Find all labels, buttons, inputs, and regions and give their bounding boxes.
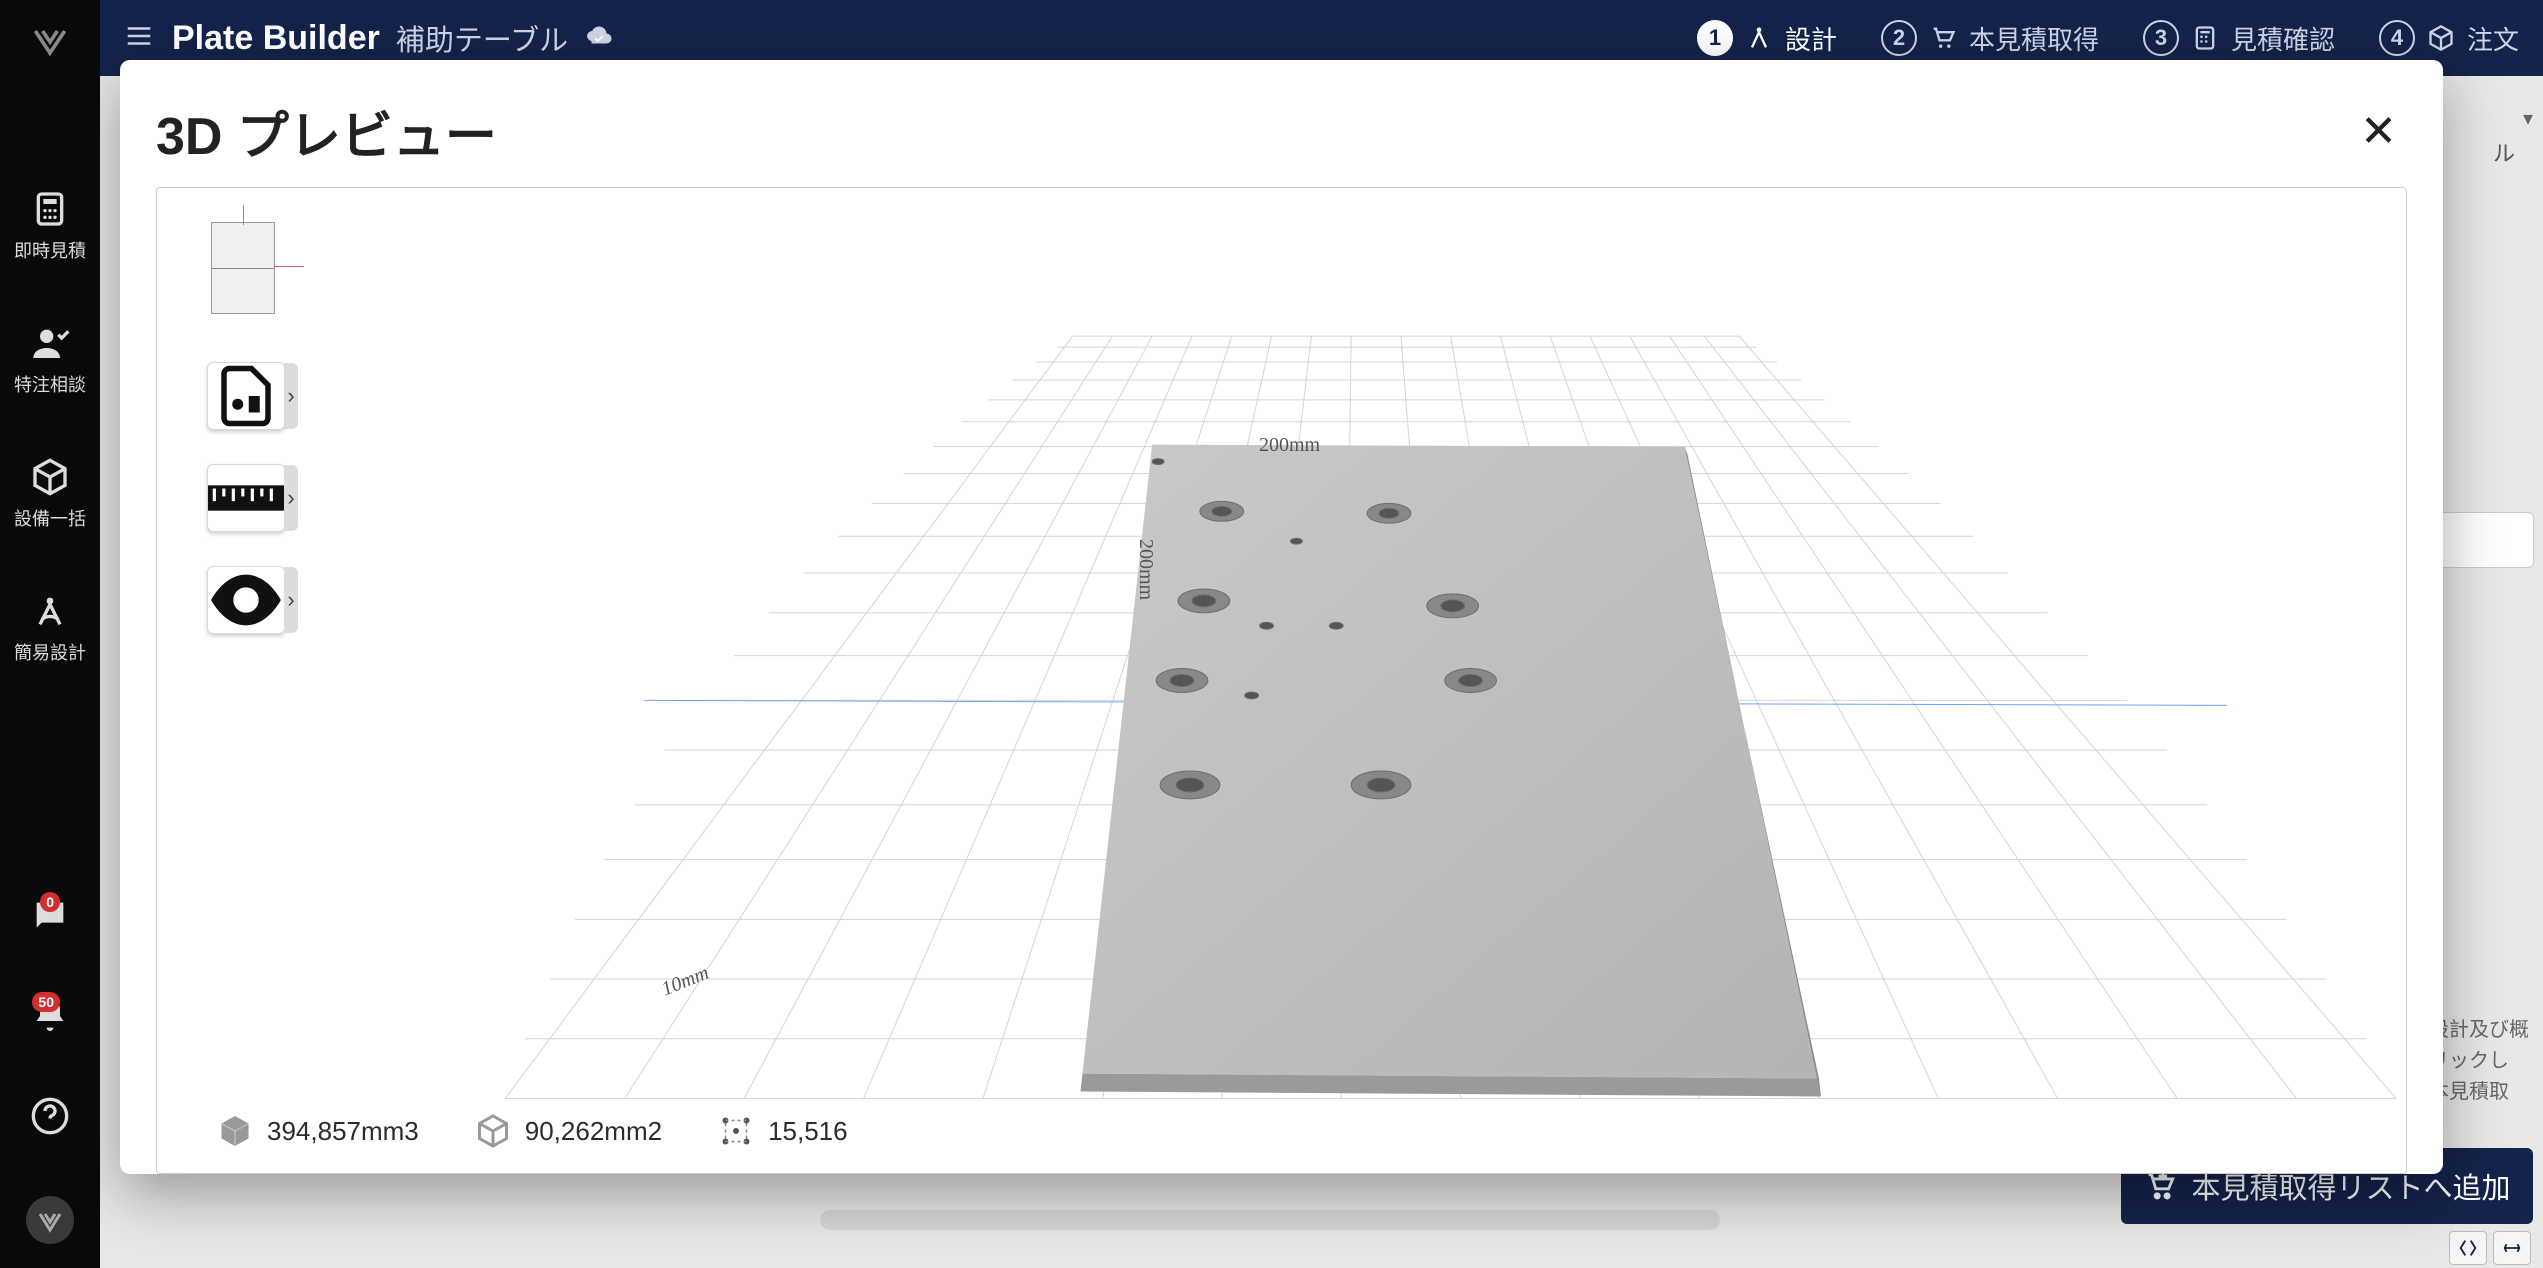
visibility-button[interactable] bbox=[207, 566, 285, 634]
step-number: 1 bbox=[1697, 20, 1733, 56]
sidebar-item-simple-design[interactable]: 簡易設計 bbox=[14, 591, 86, 665]
sidebar-item-instant-quote[interactable]: 即時見積 bbox=[14, 189, 86, 263]
sidebar-item-label: 簡易設計 bbox=[14, 639, 86, 665]
sidebar-bell-icon[interactable]: 50 bbox=[26, 996, 74, 1036]
cart-icon bbox=[1929, 24, 1957, 52]
stat-volume: 394,857mm3 bbox=[267, 1116, 419, 1147]
step-get-quote[interactable]: 2 本見積取得 bbox=[1881, 20, 2099, 57]
sidebar-avatar-icon[interactable] bbox=[26, 1196, 74, 1244]
sidebar-item-label: 設備一括 bbox=[14, 505, 86, 531]
points-icon bbox=[718, 1113, 754, 1149]
step-label: 本見積取得 bbox=[1969, 20, 2099, 57]
background-text: ル bbox=[2493, 136, 2515, 168]
modal-title: 3D プレビュー bbox=[156, 94, 497, 169]
3d-viewport[interactable]: 200mm 200mm 10mm 394,857mm3 90,262mm2 bbox=[156, 187, 2407, 1174]
step-label: 注文 bbox=[2467, 20, 2519, 57]
dimension-width: 200mm bbox=[1259, 434, 1320, 457]
dimension-depth: 200mm bbox=[1134, 539, 1157, 600]
step-confirm-quote[interactable]: 3 見積確認 bbox=[2143, 20, 2335, 57]
step-label: 見積確認 bbox=[2231, 20, 2335, 57]
left-sidebar: 即時見積 特注相談 設備一括 簡易設計 0 50 bbox=[0, 0, 100, 1268]
expand-view-button[interactable] bbox=[2493, 1231, 2531, 1265]
cart-add-icon bbox=[2143, 1169, 2177, 1203]
model-stats: 394,857mm3 90,262mm2 15,516 bbox=[217, 1113, 848, 1149]
export-file-button[interactable] bbox=[207, 362, 285, 430]
step-order[interactable]: 4 注文 bbox=[2379, 20, 2519, 57]
compress-view-button[interactable] bbox=[2449, 1231, 2487, 1265]
notification-badge: 50 bbox=[32, 992, 60, 1012]
calculator-icon bbox=[2191, 24, 2219, 52]
background-input[interactable] bbox=[2435, 512, 2534, 568]
background-dropdown[interactable]: ▾ bbox=[2523, 106, 2533, 131]
step-number: 3 bbox=[2143, 20, 2179, 56]
sidebar-chat-icon[interactable]: 0 bbox=[26, 896, 74, 936]
background-help-text: 設計及び概 リックし 本見積取 bbox=[2429, 1015, 2535, 1108]
package-icon bbox=[2427, 24, 2455, 52]
step-number: 2 bbox=[1881, 20, 1917, 56]
cloud-saved-icon bbox=[584, 21, 614, 56]
compass-icon bbox=[1745, 24, 1773, 52]
step-label: 設計 bbox=[1785, 20, 1837, 57]
view-cube[interactable] bbox=[211, 222, 275, 314]
hamburger-icon[interactable] bbox=[124, 21, 154, 56]
preview-modal: 3D プレビュー ✕ bbox=[120, 60, 2443, 1174]
horizontal-scrollbar[interactable] bbox=[820, 1210, 1720, 1230]
sidebar-item-label: 特注相談 bbox=[14, 371, 86, 397]
step-number: 4 bbox=[2379, 20, 2415, 56]
stat-area: 90,262mm2 bbox=[525, 1116, 662, 1147]
document-title: 補助テーブル bbox=[396, 17, 568, 59]
app-title: Plate Builder bbox=[172, 19, 380, 58]
step-design[interactable]: 1 設計 bbox=[1697, 20, 1837, 57]
close-icon[interactable]: ✕ bbox=[2350, 102, 2407, 161]
logo-icon[interactable] bbox=[28, 20, 72, 69]
chat-badge: 0 bbox=[40, 892, 60, 912]
sidebar-item-equipment-batch[interactable]: 設備一括 bbox=[14, 457, 86, 531]
sidebar-item-label: 即時見積 bbox=[14, 237, 86, 263]
sidebar-item-custom-consult[interactable]: 特注相談 bbox=[14, 323, 86, 397]
area-icon bbox=[475, 1113, 511, 1149]
measure-button[interactable] bbox=[207, 464, 285, 532]
step-nav: 1 設計 2 本見積取得 3 見積確認 4 注文 bbox=[1697, 20, 2519, 57]
sidebar-help-icon[interactable] bbox=[26, 1096, 74, 1136]
stat-points: 15,516 bbox=[768, 1116, 848, 1147]
volume-icon bbox=[217, 1113, 253, 1149]
